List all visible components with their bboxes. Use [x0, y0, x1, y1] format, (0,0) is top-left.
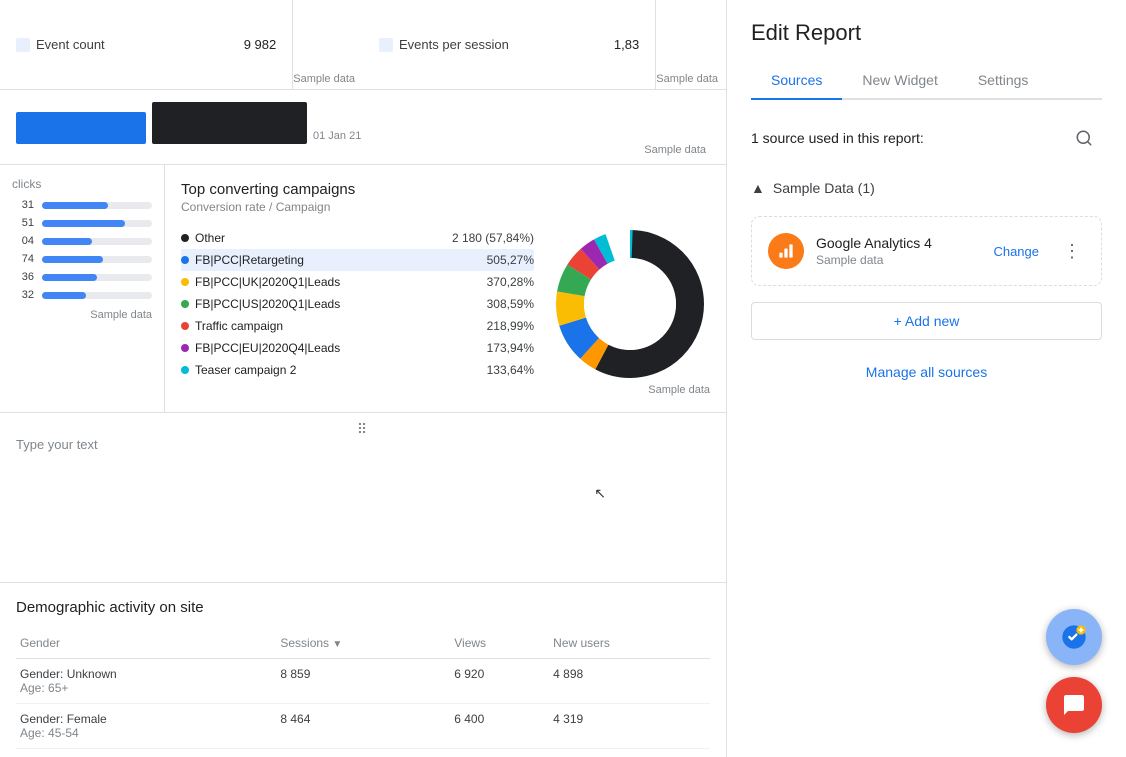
- source-card: Google Analytics 4 Sample data Change ⋮: [751, 216, 1102, 286]
- event-count-value: 9 982: [244, 37, 277, 52]
- table-row-0: Gender: UnknownAge: 65+ 8 859 6 920 4 89…: [16, 659, 710, 704]
- bar-label-3: 74: [12, 253, 34, 265]
- tab-new-widget[interactable]: New Widget: [842, 62, 957, 100]
- cursor-indicator: ↖: [594, 485, 606, 502]
- tab-settings[interactable]: Settings: [958, 62, 1049, 100]
- sample-data-section-label: Sample Data (1): [773, 180, 875, 196]
- source-more-button[interactable]: ⋮: [1059, 237, 1085, 266]
- campaigns-list: Other 2 180 (57,84%) FB|PCC|Retargeting …: [181, 227, 534, 381]
- demographic-table: Gender Sessions ▼ Views New users Gender…: [16, 628, 710, 757]
- tab-sources[interactable]: Sources: [751, 62, 842, 100]
- bar-label-2: 04: [12, 235, 34, 247]
- bar-blue: [16, 112, 146, 144]
- ga4-source-icon: [768, 233, 804, 269]
- panel-header: Edit Report Sources New Widget Settings: [727, 0, 1126, 100]
- event-count-label: Event count: [36, 37, 105, 52]
- campaign-row-5: FB|PCC|EU|2020Q4|Leads 173,94%: [181, 337, 534, 359]
- campaign-row-3: FB|PCC|US|2020Q1|Leads 308,59%: [181, 293, 534, 315]
- change-source-button[interactable]: Change: [985, 240, 1047, 263]
- clicks-bars: 31 51 04 74: [12, 199, 152, 301]
- drag-handle[interactable]: ⠿: [357, 421, 369, 438]
- source-name: Google Analytics 4: [816, 235, 973, 251]
- events-per-session-icon: [379, 38, 393, 52]
- sample-data-top-1: Sample data: [293, 73, 355, 85]
- chat-icon: [1062, 693, 1086, 717]
- demographic-section: Demographic activity on site Gender Sess…: [0, 583, 726, 757]
- events-per-session-value: 1,83: [614, 37, 639, 52]
- sessions-sort-icon: ▼: [332, 639, 342, 650]
- events-per-session-label: Events per session: [399, 37, 509, 52]
- col-views: Views: [450, 628, 549, 659]
- campaigns-title: Top converting campaigns: [181, 181, 710, 198]
- assistant-icon: [1060, 623, 1088, 651]
- bar-label-0: 31: [12, 199, 34, 211]
- sources-count-label: 1 source used in this report:: [751, 130, 924, 146]
- text-widget[interactable]: ⠿ Type your text ↖: [0, 413, 726, 583]
- search-icon: [1075, 129, 1093, 147]
- sample-data-top-2: Sample data: [656, 73, 718, 85]
- fab-assistant-button[interactable]: [1046, 609, 1102, 665]
- col-gender: Gender: [16, 628, 276, 659]
- clicks-section: clicks 31 51 04: [0, 165, 165, 412]
- bar-dark: [152, 102, 307, 144]
- clicks-title: clicks: [12, 177, 152, 191]
- donut-chart: [550, 224, 710, 384]
- col-new-users: New users: [549, 628, 710, 659]
- campaign-row-6: Teaser campaign 2 133,64%: [181, 359, 534, 381]
- campaigns-section: Top converting campaigns Conversion rate…: [165, 165, 726, 412]
- demographic-title: Demographic activity on site: [16, 599, 710, 616]
- line-chart-area: 01 Jan 21 Sample data: [0, 90, 726, 165]
- col-sessions[interactable]: Sessions ▼: [276, 628, 450, 659]
- bar-label-5: 32: [12, 289, 34, 301]
- bar-label-1: 51: [12, 217, 34, 229]
- fab-chat-button[interactable]: [1046, 677, 1102, 733]
- event-count-icon: [16, 38, 30, 52]
- analytics-icon-svg: [776, 241, 796, 261]
- text-placeholder[interactable]: Type your text: [16, 437, 710, 452]
- fab-area: [1046, 609, 1102, 733]
- table-row-1: Gender: FemaleAge: 45-54 8 464 6 400 4 3…: [16, 704, 710, 749]
- campaign-row-0: Other 2 180 (57,84%): [181, 227, 534, 249]
- date-label: 01 Jan 21: [313, 130, 361, 142]
- campaigns-subtitle: Conversion rate / Campaign: [181, 200, 710, 214]
- search-sources-button[interactable]: [1066, 120, 1102, 156]
- panel-title: Edit Report: [751, 20, 1102, 46]
- sample-data-collapsible[interactable]: ▲ Sample Data (1): [751, 172, 1102, 204]
- campaign-row-4: Traffic campaign 218,99%: [181, 315, 534, 337]
- campaigns-sample-data: Sample data: [181, 384, 710, 396]
- sources-count-row: 1 source used in this report:: [751, 120, 1102, 156]
- manage-sources-link[interactable]: Manage all sources: [751, 364, 1102, 380]
- source-sub: Sample data: [816, 253, 973, 267]
- add-new-source-button[interactable]: + Add new: [751, 302, 1102, 340]
- campaign-row-2: FB|PCC|UK|2020Q1|Leads 370,28%: [181, 271, 534, 293]
- campaign-row-1: FB|PCC|Retargeting 505,27%: [181, 249, 534, 271]
- table-row-2: Gender: UnknownAge: 25-34 8 042 6 430 4 …: [16, 749, 710, 757]
- metric-events-per-session: Events per session 1,83: [363, 0, 656, 89]
- clicks-sample-data: Sample data: [12, 309, 152, 321]
- line-chart-sample-data: Sample data: [0, 144, 710, 156]
- chevron-up-icon: ▲: [751, 180, 765, 196]
- panel-tabs: Sources New Widget Settings: [751, 62, 1102, 100]
- bar-label-4: 36: [12, 271, 34, 283]
- metric-event-count: Event count 9 982: [0, 0, 293, 89]
- top-metrics-bar: Event count 9 982 Sample data Events per…: [0, 0, 726, 90]
- source-info: Google Analytics 4 Sample data: [816, 235, 973, 267]
